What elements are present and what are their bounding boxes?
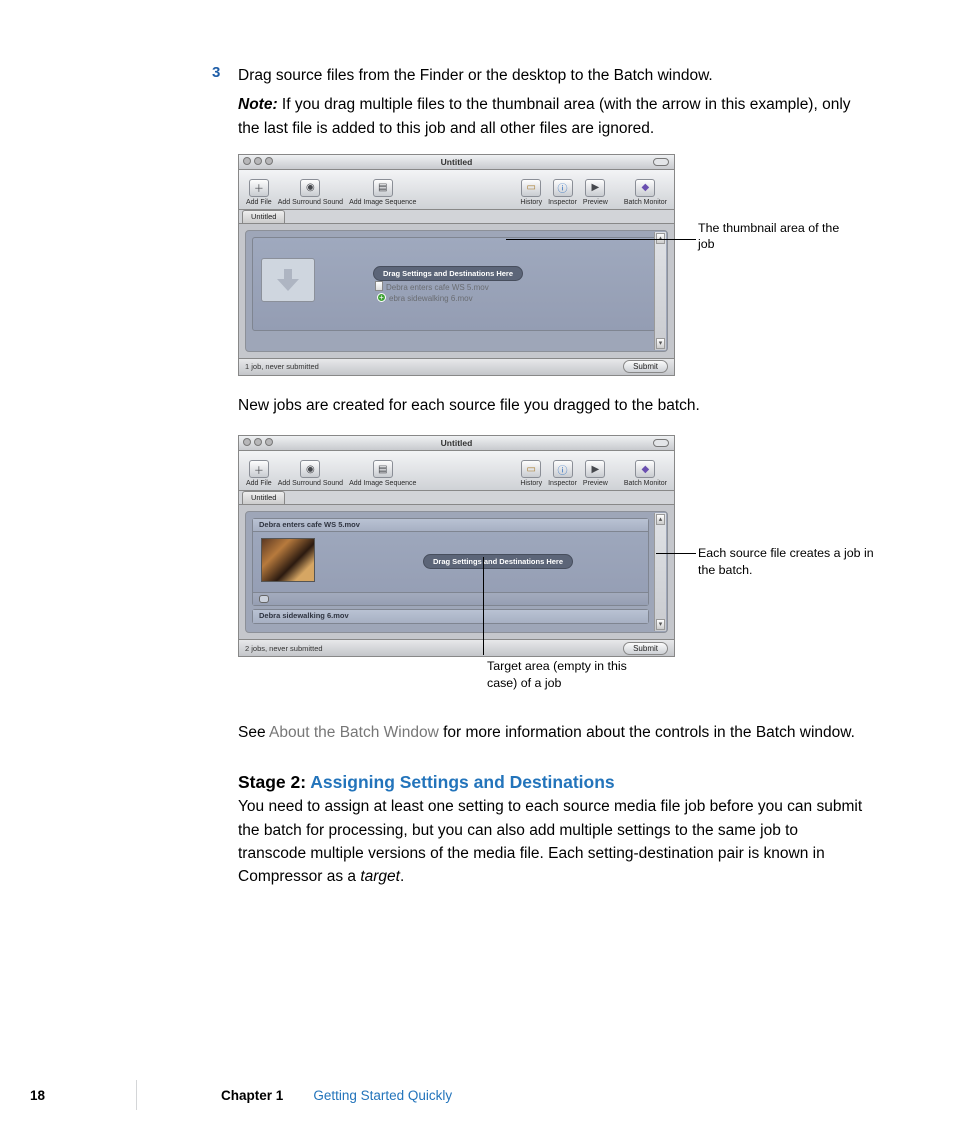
surround-icon: ◉ [300, 460, 320, 478]
canvas: Debra enters cafe WS 5.mov Drag Settings… [239, 505, 674, 639]
add-cursor-icon: + [377, 293, 386, 302]
surround-icon: ◉ [300, 179, 320, 197]
job-1[interactable]: Debra enters cafe WS 5.mov Drag Settings… [252, 518, 649, 606]
info-icon: ⓘ [553, 179, 573, 197]
submit-button[interactable]: Submit [623, 360, 668, 373]
drag-cursor-files: Debra enters cafe WS 5.mov +ebra sidewal… [375, 280, 489, 303]
scrollbar[interactable]: ▴▾ [654, 513, 666, 631]
sequence-icon: ▤ [373, 460, 393, 478]
history-button[interactable]: ▭History [520, 179, 542, 206]
sequence-icon: ▤ [373, 179, 393, 197]
plus-icon: ＋ [249, 460, 269, 478]
chapter-title: Getting Started Quickly [313, 1088, 452, 1103]
callout-thumbnail-area: The thumbnail area of the job [698, 220, 858, 253]
batch-monitor-button[interactable]: ◆Batch Monitor [624, 460, 667, 487]
play-icon: ▶ [585, 460, 605, 478]
play-icon: ▶ [585, 179, 605, 197]
drawer-icon: ▭ [521, 179, 541, 197]
plus-icon: ＋ [249, 179, 269, 197]
tab-untitled[interactable]: Untitled [242, 210, 285, 223]
add-image-sequence-button[interactable]: ▤Add Image Sequence [349, 179, 416, 206]
job-2-title: Debra sidewalking 6.mov [253, 610, 648, 623]
drawer-icon: ▭ [521, 460, 541, 478]
inspector-button[interactable]: ⓘInspector [548, 179, 577, 206]
preview-button[interactable]: ▶Preview [583, 460, 608, 487]
drop-settings-pill[interactable]: Drag Settings and Destinations Here [373, 266, 523, 281]
link-about-batch-window[interactable]: About the Batch Window [269, 724, 439, 741]
history-button[interactable]: ▭History [520, 460, 542, 487]
file-icon [375, 281, 383, 291]
traffic-lights [243, 438, 273, 446]
add-surround-sound-button[interactable]: ◉Add Surround Sound [278, 179, 343, 206]
callout-target-area: Target area (empty in this case) of a jo… [487, 658, 647, 691]
stage-2-heading: Stage 2: Assigning Settings and Destinat… [238, 772, 864, 793]
status-text: 1 job, never submitted [245, 362, 319, 371]
page-number: 18 [30, 1088, 45, 1103]
step-3: 3 Drag source files from the Finder or t… [238, 64, 864, 87]
toolbar-toggle-icon[interactable] [653, 439, 669, 447]
scrollbar[interactable]: ▴▾ [654, 232, 666, 350]
add-file-button[interactable]: ＋Add File [246, 460, 272, 487]
page-content: 3 Drag source files from the Finder or t… [0, 0, 954, 888]
tabbar: Untitled [239, 210, 674, 224]
tab-untitled[interactable]: Untitled [242, 491, 285, 504]
figure-2: Untitled ＋Add File ◉Add Surround Sound ▤… [238, 435, 864, 657]
filter-icon[interactable] [259, 595, 269, 603]
page-footer: 18 Chapter 1 Getting Started Quickly [82, 1088, 452, 1103]
inspector-button[interactable]: ⓘInspector [548, 460, 577, 487]
statusbar: 2 jobs, never submitted Submit [239, 639, 674, 656]
drop-settings-pill[interactable]: Drag Settings and Destinations Here [423, 554, 573, 569]
submit-button[interactable]: Submit [623, 642, 668, 655]
down-arrow-icon [277, 269, 299, 291]
titlebar: Untitled [239, 436, 674, 451]
batch-monitor-button[interactable]: ◆Batch Monitor [624, 179, 667, 206]
figure-1: Untitled ＋Add File ◉Add Surround Sound ▤… [238, 154, 864, 376]
toolbar: ＋Add File ◉Add Surround Sound ▤Add Image… [239, 170, 674, 210]
canvas: Drag Settings and Destinations Here Debr… [239, 224, 674, 358]
info-icon: ⓘ [553, 460, 573, 478]
status-text: 2 jobs, never submitted [245, 644, 323, 653]
footer-divider [136, 1080, 137, 1110]
job-1-thumbnail [261, 538, 315, 582]
toolbar: ＋Add File ◉Add Surround Sound ▤Add Image… [239, 451, 674, 491]
tabbar: Untitled [239, 491, 674, 505]
add-file-button[interactable]: ＋Add File [246, 179, 272, 206]
note: Note: If you drag multiple files to the … [238, 93, 864, 140]
step-number: 3 [212, 64, 220, 81]
add-surround-sound-button[interactable]: ◉Add Surround Sound [278, 460, 343, 487]
stage-2-body: You need to assign at least one setting … [238, 795, 864, 888]
preview-button[interactable]: ▶Preview [583, 179, 608, 206]
monitor-icon: ◆ [635, 460, 655, 478]
thumbnail-drop-well[interactable] [261, 258, 315, 302]
statusbar: 1 job, never submitted Submit [239, 358, 674, 375]
batch-window-1: Untitled ＋Add File ◉Add Surround Sound ▤… [238, 154, 675, 376]
paragraph-see: See About the Batch Window for more info… [238, 721, 864, 744]
callout-source-creates-job: Each source file creates a job in the ba… [698, 545, 878, 578]
job-empty[interactable]: Drag Settings and Destinations Here Debr… [252, 237, 661, 331]
titlebar: Untitled [239, 155, 674, 170]
paragraph-new-jobs: New jobs are created for each source fil… [238, 394, 864, 417]
job-1-title: Debra enters cafe WS 5.mov [253, 519, 648, 532]
window-title: Untitled [441, 438, 473, 448]
toolbar-toggle-icon[interactable] [653, 158, 669, 166]
traffic-lights [243, 157, 273, 165]
note-label: Note: [238, 96, 278, 113]
add-image-sequence-button[interactable]: ▤Add Image Sequence [349, 460, 416, 487]
job-2[interactable]: Debra sidewalking 6.mov [252, 609, 649, 624]
step-text: Drag source files from the Finder or the… [238, 64, 864, 87]
note-text: If you drag multiple files to the thumbn… [238, 96, 851, 136]
job-1-footer [253, 592, 648, 605]
stage-2-title[interactable]: Assigning Settings and Destinations [310, 772, 614, 792]
batch-window-2: Untitled ＋Add File ◉Add Surround Sound ▤… [238, 435, 675, 657]
monitor-icon: ◆ [635, 179, 655, 197]
window-title: Untitled [441, 157, 473, 167]
chapter-label: Chapter 1 [221, 1088, 283, 1103]
